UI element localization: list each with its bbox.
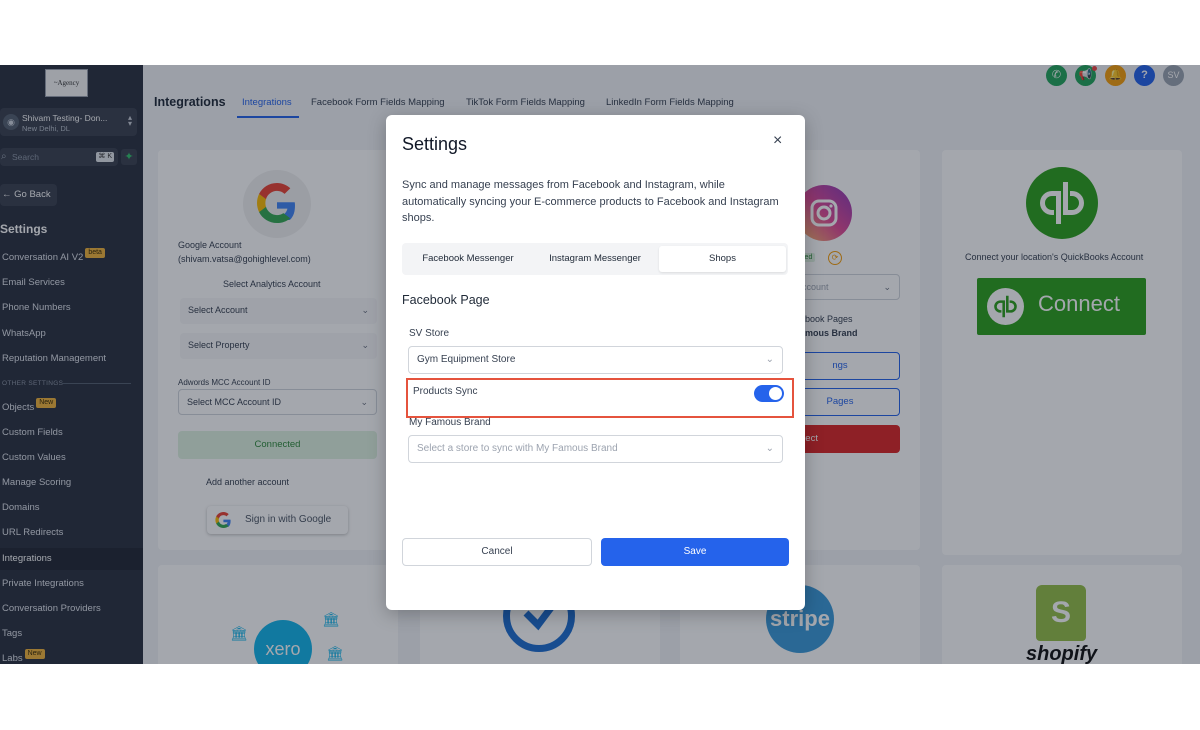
save-button[interactable]: Save <box>601 538 789 566</box>
settings-modal: Settings × Sync and manage messages from… <box>386 115 805 610</box>
toggle-knob <box>769 387 782 400</box>
chevron-down-icon: ⌄ <box>765 354 774 365</box>
products-sync-highlight <box>406 378 794 418</box>
brand-label: My Famous Brand <box>409 417 491 428</box>
modal-tabs: Facebook Messenger Instagram Messenger S… <box>402 243 788 275</box>
tab-instagram-messenger[interactable]: Instagram Messenger <box>531 246 659 272</box>
chevron-down-icon: ⌄ <box>765 443 774 454</box>
products-sync-label: Products Sync <box>413 386 478 397</box>
modal-title: Settings <box>402 134 468 154</box>
store-select[interactable]: Gym Equipment Store ⌄ <box>408 346 783 374</box>
cancel-button[interactable]: Cancel <box>402 538 592 566</box>
app-frame: ~Agency ◉ Shivam Testing- Don... New Del… <box>0 65 1200 664</box>
close-icon[interactable]: × <box>773 132 782 150</box>
store-label: SV Store <box>409 328 450 339</box>
products-sync-toggle[interactable] <box>754 385 784 402</box>
modal-description: Sync and manage messages from Facebook a… <box>402 179 779 224</box>
select-placeholder: Select a store to sync with My Famous Br… <box>417 443 618 454</box>
facebook-page-heading: Facebook Page <box>402 293 490 307</box>
tab-facebook-messenger[interactable]: Facebook Messenger <box>405 246 531 272</box>
select-value: Gym Equipment Store <box>417 354 516 365</box>
brand-store-select[interactable]: Select a store to sync with My Famous Br… <box>408 435 783 463</box>
tab-shops[interactable]: Shops <box>659 246 786 272</box>
